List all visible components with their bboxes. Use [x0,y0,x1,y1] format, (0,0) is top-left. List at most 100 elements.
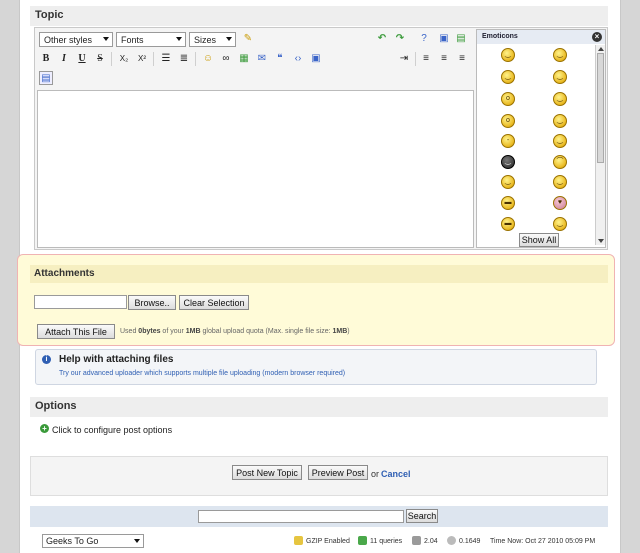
emoticon-item[interactable]: ▬ [501,217,515,231]
info-icon: i [42,355,51,364]
subscript-icon[interactable]: X₂ [117,52,131,66]
remove-format-icon[interactable]: ✎ [241,32,255,46]
code-icon[interactable]: ‹› [291,52,305,66]
post-content-textarea[interactable] [37,90,474,248]
align-center-icon[interactable]: ≡ [437,52,451,66]
superscript-icon[interactable]: X² [135,52,149,66]
attach-file-button[interactable]: Attach This File [37,324,115,339]
search-input[interactable] [198,510,404,523]
close-icon[interactable]: × [592,32,602,42]
font-select-label: Fonts [121,35,144,45]
scroll-thumb[interactable] [597,53,604,163]
toolbar-divider [195,52,196,66]
file-input[interactable] [34,295,127,309]
undo-icon[interactable]: ↶ [375,32,389,46]
emoticon-item[interactable]: ‿ [553,70,567,84]
italic-icon[interactable]: I [57,52,71,66]
skin-select[interactable]: Geeks To Go [42,534,144,548]
help-title: Help with attaching files [59,354,174,365]
emoticon-item[interactable]: o [501,92,515,106]
attachments-title: Attachments [34,268,95,279]
toolbar-divider [415,52,416,66]
bold-icon[interactable]: B [39,52,53,66]
gzip-status: GZIP Enabled [306,538,350,545]
browse-button[interactable]: Browse.. [128,295,176,310]
configure-options-link[interactable]: Click to configure post options [52,425,172,435]
options-title: Options [35,400,77,412]
chevron-down-icon [226,37,232,41]
quota-used: 0bytes [138,328,161,335]
style-select-label: Other styles [44,35,93,45]
emoticons-scrollbar[interactable] [595,45,605,245]
emoticon-icon[interactable]: ☺ [201,52,215,66]
scroll-up-icon[interactable] [598,47,604,51]
gzip-icon [294,536,303,545]
bullet-list-icon[interactable]: ☰ [159,52,173,66]
emoticons-header: Emoticons × [477,30,605,44]
rich-text-editor: Other styles Fonts Sizes ✎ ↶ ↷ ? ▣ ▤ B I… [34,27,608,250]
quote-icon[interactable]: ❝ [273,52,287,66]
redo-icon[interactable]: ↷ [393,32,407,46]
indent-icon[interactable]: ⇥ [397,52,411,66]
emoticon-item[interactable]: ‿ [553,134,567,148]
clear-selection-button[interactable]: Clear Selection [179,295,249,310]
emoticon-item[interactable]: ‿ [501,48,515,62]
emoticon-item[interactable]: ⌒ [553,155,567,169]
emoticon-item[interactable]: ‿ [553,48,567,62]
media-icon[interactable]: ▣ [309,52,323,66]
topic-header: Topic [30,6,608,26]
spellcheck-icon[interactable]: ▤ [39,71,53,85]
chevron-down-icon [134,539,140,543]
quota-suffix: ) [347,328,350,335]
page-panel: Topic Other styles Fonts Sizes ✎ ↶ ↷ ? ▣… [17,0,621,553]
emoticon-item[interactable]: o [501,114,515,128]
quota-total: 1MB [185,328,201,335]
size-select[interactable]: Sizes [189,32,236,47]
scroll-down-icon[interactable] [598,239,604,243]
options-header: Options [30,397,608,417]
help-icon[interactable]: ? [417,32,431,46]
email-icon[interactable]: ✉ [255,52,269,66]
time-now: Time Now: Oct 27 2010 05:09 PM [490,538,596,545]
emoticon-item[interactable]: ▬ [501,196,515,210]
strikethrough-icon[interactable]: S [93,52,107,66]
emoticon-item[interactable]: ‿ [501,70,515,84]
database-icon [358,536,367,545]
emoticon-item[interactable]: ‿ [501,155,515,169]
attachments-header: Attachments [30,265,608,283]
cancel-link[interactable]: Cancel [381,469,411,479]
emoticon-item[interactable]: - [501,134,515,148]
show-all-emoticons-button[interactable]: Show All [519,233,559,247]
search-button[interactable]: Search [406,509,438,523]
post-new-topic-button[interactable]: Post New Topic [232,465,302,480]
numbered-list-icon[interactable]: ≣ [177,52,191,66]
emoticon-item[interactable]: ♥ [553,196,567,210]
toggle-source-icon[interactable]: ▣ [437,32,451,46]
save-icon[interactable]: ▤ [454,32,468,46]
expand-plus-icon[interactable]: + [40,424,49,433]
emoticon-item[interactable]: ‿ [553,175,567,189]
size-select-label: Sizes [194,35,217,45]
emoticon-item[interactable]: ‿ [553,92,567,106]
server-load-icon [412,536,421,545]
advanced-uploader-link[interactable]: Try our advanced uploader which supports… [59,370,345,377]
emoticons-panel: Emoticons × ‿ ‿ ‿ ‿ o ‿ o ‿ - ‿ ‿ ⌒ ‿ ‿ ▬… [476,29,606,248]
skin-select-label: Geeks To Go [46,536,99,546]
align-right-icon[interactable]: ≡ [455,52,469,66]
emoticon-item[interactable]: ‿ [553,217,567,231]
emoticons-title: Emoticons [482,33,518,40]
quota-middle-2: global upload quota (Max. single file si… [200,328,333,335]
style-select[interactable]: Other styles [39,32,113,47]
emoticon-item[interactable]: ‿ [553,114,567,128]
upload-quota-text: Used 0bytes of your 1MB global upload qu… [120,328,350,335]
preview-post-button[interactable]: Preview Post [308,465,368,480]
image-icon[interactable]: ▦ [237,52,251,66]
emoticon-item[interactable]: ‿ [501,175,515,189]
font-select[interactable]: Fonts [116,32,186,47]
align-left-icon[interactable]: ≡ [419,52,433,66]
time-taken: 0.1649 [459,538,481,545]
quota-max: 1MB [332,328,348,335]
quota-middle: of your [160,328,186,335]
link-icon[interactable]: ∞ [219,52,233,66]
underline-icon[interactable]: U [75,52,89,66]
